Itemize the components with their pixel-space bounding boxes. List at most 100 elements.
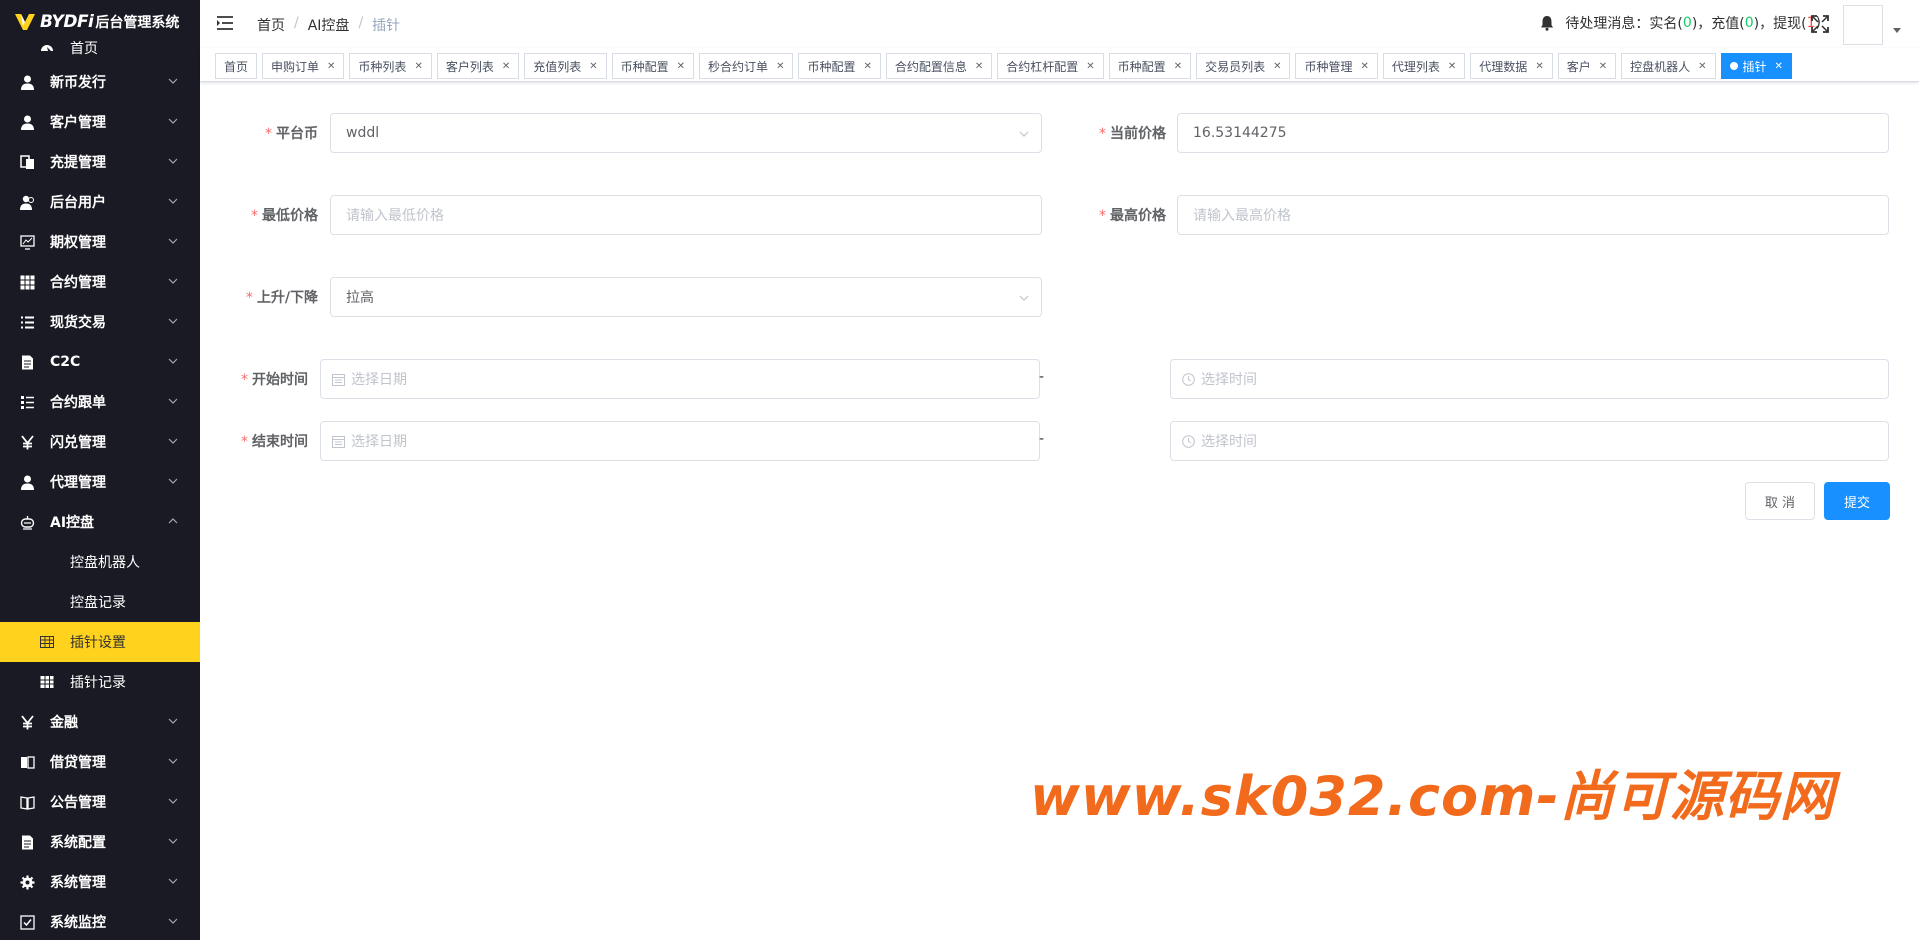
sidebar-item-label: 控盘机器人	[70, 555, 140, 571]
sidebar-item-system-monitor[interactable]: 系统监控	[0, 902, 200, 940]
cancel-button[interactable]: 取 消	[1745, 482, 1815, 520]
close-icon[interactable]: ✕	[1448, 61, 1456, 72]
avatar[interactable]	[1843, 5, 1883, 45]
tag-label: 客户	[1566, 59, 1591, 74]
close-icon[interactable]: ✕	[589, 61, 597, 72]
close-icon[interactable]: ✕	[677, 61, 685, 72]
sidebar-item-options[interactable]: 期权管理	[0, 222, 200, 262]
close-icon[interactable]: ✕	[1174, 61, 1182, 72]
close-icon[interactable]: ✕	[502, 61, 510, 72]
start-time-label: * 开始时间	[232, 369, 308, 389]
robot-icon	[20, 516, 35, 530]
submit-button[interactable]: 提交	[1824, 482, 1890, 520]
caret-down-icon[interactable]	[1893, 28, 1901, 33]
bell-icon	[1541, 16, 1554, 31]
sidebar-item-label: 控盘记录	[70, 595, 126, 611]
close-icon[interactable]: ✕	[414, 61, 422, 72]
end-date-picker[interactable]: 选择日期	[320, 421, 1040, 461]
sidebar-item-copy-trading[interactable]: 合约跟单	[0, 382, 200, 422]
current-price-input[interactable]: 16.53144275	[1177, 113, 1889, 153]
bydfi-logo-icon	[15, 14, 35, 30]
close-icon[interactable]: ✕	[1086, 61, 1094, 72]
tag-item[interactable]: 申购订单 ✕	[262, 53, 345, 79]
chevron-down-icon	[168, 198, 178, 204]
tag-home[interactable]: 首页	[215, 53, 258, 79]
fullscreen-icon[interactable]	[1811, 15, 1829, 33]
close-icon[interactable]: ✕	[975, 61, 983, 72]
sidebar-item-flash-exchange[interactable]: 闪兑管理	[0, 422, 200, 462]
sidebar: BYDFi 后台管理系统 首页 新币发行 客户管理 充提管理 后台用户 期权管理…	[0, 0, 200, 940]
tag-item[interactable]: 合约杠杆配置 ✕	[997, 53, 1104, 79]
hamburger-fold-icon[interactable]	[216, 14, 234, 32]
sidebar-item-deposit-withdraw[interactable]: 充提管理	[0, 142, 200, 182]
close-icon[interactable]: ✕	[1361, 61, 1369, 72]
table-icon	[40, 636, 54, 648]
close-icon[interactable]: ✕	[1273, 61, 1281, 72]
tags-view: 首页 申购订单 ✕ 币种列表 ✕ 客户列表 ✕ 充值列表 ✕ 币种配置 ✕ 秒合约订单 ✕ …	[200, 48, 1919, 82]
breadcrumb-item-home[interactable]: 首页	[257, 15, 285, 35]
sidebar-item-lending[interactable]: 借贷管理	[0, 742, 200, 782]
sidebar-item-contracts[interactable]: 合约管理	[0, 262, 200, 302]
required-asterisk: *	[1099, 126, 1106, 142]
direction-select[interactable]: 拉高	[330, 277, 1042, 317]
sidebar-item-spike-records[interactable]: 插针记录	[0, 662, 200, 702]
close-icon[interactable]: ✕	[1698, 61, 1706, 72]
close-icon[interactable]: ✕	[776, 61, 784, 72]
sidebar-item-announcements[interactable]: 公告管理	[0, 782, 200, 822]
tag-item[interactable]: 合约配置信息 ✕	[885, 53, 993, 79]
tag-item[interactable]: 充值列表 ✕	[524, 53, 607, 79]
close-icon[interactable]: ✕	[863, 61, 871, 72]
sidebar-item-label: 代理管理	[50, 475, 106, 491]
tag-item[interactable]: 控盘机器人 ✕	[1621, 53, 1716, 79]
sidebar-item-control-records[interactable]: 控盘记录	[0, 582, 200, 622]
chevron-down-icon	[168, 918, 178, 924]
watermark-text: www.sk032.com-尚可源码网	[1030, 765, 1835, 828]
close-icon[interactable]: ✕	[327, 61, 335, 72]
tag-item[interactable]: 币种管理 ✕	[1295, 53, 1378, 79]
start-date-picker[interactable]: 选择日期	[320, 359, 1040, 399]
max-price-input[interactable]: 请输入最高价格	[1177, 195, 1889, 235]
platform-coin-select[interactable]: wddl	[330, 113, 1042, 153]
min-price-input[interactable]: 请输入最低价格	[330, 195, 1042, 235]
chevron-up-icon	[168, 518, 178, 524]
tag-item[interactable]: 交易员列表 ✕	[1196, 53, 1291, 79]
open-book-icon	[20, 796, 35, 810]
breadcrumb-item-ai-control[interactable]: AI控盘	[308, 15, 350, 35]
end-time-picker[interactable]: 选择时间	[1170, 421, 1889, 461]
sidebar-item-agents[interactable]: 代理管理	[0, 462, 200, 502]
sidebar-item-ai-control[interactable]: AI控盘	[0, 502, 200, 542]
sidebar-item-home[interactable]: 首页	[0, 34, 200, 62]
tag-item[interactable]: 秒合约订单 ✕	[699, 53, 794, 79]
sidebar-item-system-config[interactable]: 系统配置	[0, 822, 200, 862]
sidebar-item-c2c[interactable]: C2C	[0, 342, 200, 382]
sidebar-item-control-robot[interactable]: 控盘机器人	[0, 542, 200, 582]
close-icon[interactable]: ✕	[1599, 61, 1607, 72]
sidebar-item-new-coin[interactable]: 新币发行	[0, 62, 200, 102]
monitor-chart-icon	[20, 235, 35, 250]
sidebar-item-label: 闪兑管理	[50, 435, 106, 451]
tag-item[interactable]: 币种配置 ✕	[798, 53, 881, 79]
pending-realname-count: 0	[1682, 15, 1692, 31]
close-icon[interactable]: ✕	[1775, 61, 1783, 72]
sidebar-item-system-management[interactable]: 系统管理	[0, 862, 200, 902]
required-asterisk: *	[245, 290, 253, 306]
current-price-label: * 当前价格	[1088, 123, 1166, 143]
sidebar-item-finance[interactable]: 金融	[0, 702, 200, 742]
tag-label: 合约配置信息	[894, 59, 967, 74]
sidebar-item-admin-users[interactable]: 后台用户	[0, 182, 200, 222]
tag-item-active[interactable]: 插针 ✕	[1720, 53, 1792, 79]
tag-item[interactable]: 币种列表 ✕	[349, 53, 432, 79]
tag-item[interactable]: 代理数据 ✕	[1470, 53, 1553, 79]
start-time-picker[interactable]: 选择时间	[1170, 359, 1889, 399]
sidebar-item-spike-settings[interactable]: 插针设置	[0, 622, 200, 662]
tag-item[interactable]: 客户 ✕	[1557, 53, 1617, 79]
sidebar-item-customers[interactable]: 客户管理	[0, 102, 200, 142]
sidebar-item-spot[interactable]: 现货交易	[0, 302, 200, 342]
tag-item[interactable]: 币种配置 ✕	[611, 53, 695, 79]
pending-messages[interactable]: 待处理消息：实名( 0 )，充值( 0 )，提现( 1 )	[1539, 13, 1821, 33]
tag-item[interactable]: 代理列表 ✕	[1382, 53, 1466, 79]
tag-item[interactable]: 客户列表 ✕	[436, 53, 520, 79]
close-icon[interactable]: ✕	[1535, 61, 1543, 72]
tag-item[interactable]: 币种配置 ✕	[1108, 53, 1192, 79]
calendar-icon	[332, 374, 345, 386]
